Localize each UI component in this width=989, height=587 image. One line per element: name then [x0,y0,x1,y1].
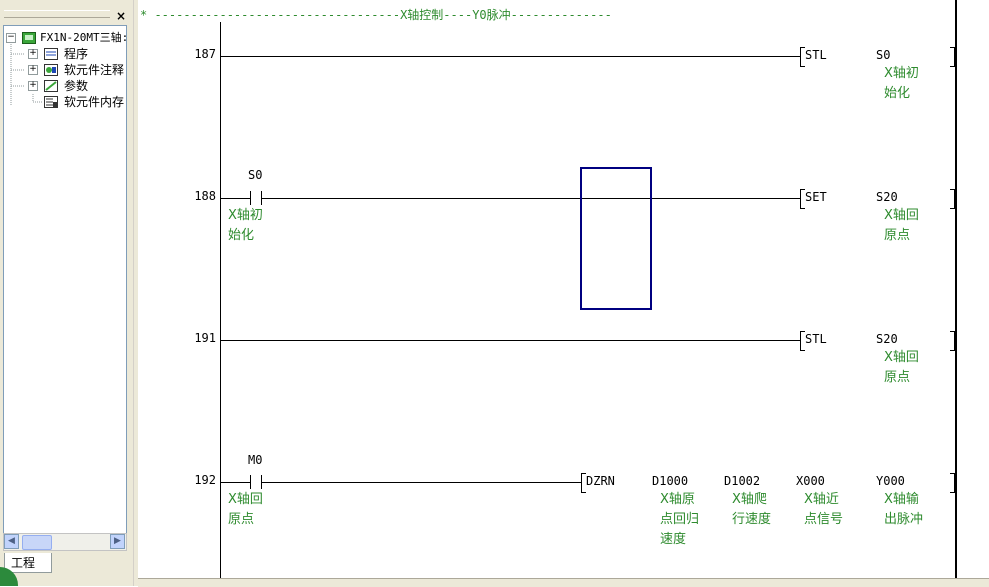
operand[interactable]: S20 [876,332,898,346]
left-power-rail [220,22,221,578]
operand[interactable]: D1002 [724,474,760,488]
contact-device[interactable]: S0 [248,168,262,182]
instruction[interactable]: STL [805,48,827,62]
instruction-bracket-right [950,189,955,209]
instruction[interactable]: SET [805,190,827,204]
ladder-editor[interactable]: * ----------------------------------X轴控制… [138,0,989,578]
rung-wire [220,56,800,57]
rung-wire [261,482,581,483]
instruction[interactable]: STL [805,332,827,346]
tree-root-label: FX1N-20MT三轴: [40,31,127,44]
pane-titlebar[interactable]: × [0,4,133,24]
instruction[interactable]: DZRN [586,474,615,488]
project-pane: × − FX1N-20MT三轴: + 程序 + 软元件注释 + 参数 软元件内存… [0,0,133,586]
operand[interactable]: D1000 [652,474,688,488]
operand-comment: X轴回 原点 [884,208,919,243]
pane-grip[interactable] [4,10,110,18]
operand-comment: X轴近 点信号 [804,492,844,527]
operand[interactable]: X000 [796,474,825,488]
scroll-left-icon[interactable]: ◀ [4,534,19,549]
operand[interactable]: S20 [876,190,898,204]
tree-lines-icon [10,42,24,106]
instruction-bracket-right [950,47,955,67]
horizontal-scrollbar[interactable]: ◀ ▶ [3,533,127,551]
close-icon[interactable]: × [114,10,128,24]
step-number: 187 [194,47,216,61]
parameters-icon [44,80,58,92]
step-number: 191 [194,331,216,345]
instruction-bracket-right [950,473,955,493]
tree-item-label: 软元件注释 [64,63,125,77]
pane-tab-strip: 工程 [0,550,133,574]
rung-wire [220,482,250,483]
operand[interactable]: Y000 [876,474,905,488]
instruction-bracket-right [950,331,955,351]
header-comment: * ----------------------------------X轴控制… [140,8,612,22]
operand-comment: X轴输 出脉冲 [884,492,924,527]
rung-wire [220,198,250,199]
operand-comment: X轴爬 行速度 [732,492,772,527]
contact-device[interactable]: M0 [248,453,262,467]
contact-comment: X轴初 始化 [228,208,263,243]
tree-item-label: 参数 [64,79,89,93]
program-icon [44,48,58,60]
contact-comment: X轴回 原点 [228,492,263,527]
operand-comment: X轴原 点回归 速度 [660,492,700,547]
rung-wire [261,198,800,199]
scroll-right-icon[interactable]: ▶ [110,534,125,549]
rung-wire [220,340,800,341]
device-memory-icon [44,96,58,108]
project-tree: − FX1N-20MT三轴: + 程序 + 软元件注释 + 参数 软元件内存 [3,25,127,537]
step-number: 188 [194,189,216,203]
operand[interactable]: S0 [876,48,890,62]
device-comment-icon [44,64,58,76]
step-number: 192 [194,473,216,487]
right-rail-edge [956,0,957,578]
operand-comment: X轴初 始化 [884,66,919,101]
scroll-thumb[interactable] [22,535,52,550]
tree-item-label: 软元件内存 [64,95,125,109]
operand-comment: X轴回 原点 [884,350,919,385]
edit-cursor[interactable] [580,167,652,310]
tree-item-label: 程序 [64,47,89,61]
